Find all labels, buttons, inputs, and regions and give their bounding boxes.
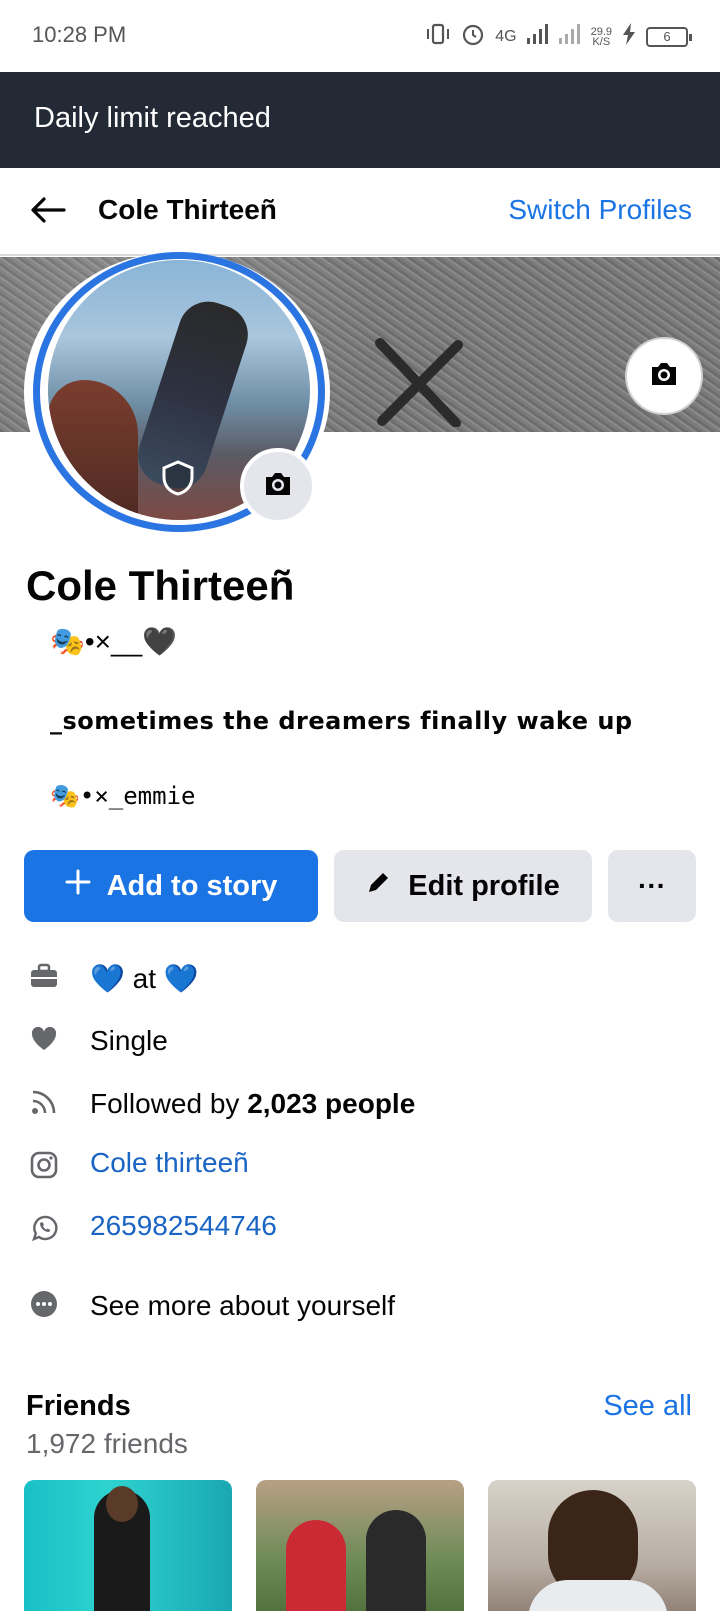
more-dots-icon [28,1288,60,1320]
status-bar: 10:28 PM 4G 29.9 K/S 6 [0,0,720,72]
followers-prefix: Followed by [90,1088,248,1119]
vibrate-icon [425,23,451,50]
see-more-about[interactable]: See more about yourself [0,1280,720,1330]
detail-work: 💙 at 💙 [0,952,720,1002]
detail-instagram[interactable]: Cole thirteeñ [0,1141,720,1191]
avatar-scene-rock [48,380,138,520]
followers-count: 2,023 people [247,1088,416,1119]
signal-icon [526,24,549,49]
detail-followers: Followed by 2,023 people [0,1078,720,1128]
instagram-link[interactable]: Cole thirteeñ [90,1147,249,1179]
friends-count: 1,972 friends [26,1428,188,1459]
detail-relationship: Single [0,1015,720,1065]
signal-icon-2 [558,24,581,49]
friend-photo-shirt [528,1580,668,1611]
net-speed-unit: K/S [592,35,611,48]
arrow-left-icon [30,196,66,229]
edit-profile-button[interactable]: Edit profile [334,850,592,922]
plus-icon [65,869,91,903]
cover-x-mark [375,338,463,427]
charging-icon [622,23,636,50]
limit-banner: Daily limit reached [0,72,720,168]
bio-line: 🎭•×__🖤 [50,626,178,657]
rss-icon [28,1086,60,1118]
followers-text: Followed by 2,023 people [90,1088,415,1120]
more-options-button[interactable]: ··· [608,850,696,922]
add-to-story-button[interactable]: Add to story [24,850,318,922]
back-button[interactable] [26,190,70,234]
avatar-camera-button[interactable] [240,448,316,524]
edit-profile-label: Edit profile [408,869,560,902]
friend-card[interactable] [256,1480,464,1611]
relationship-text: Single [90,1025,168,1056]
work-text: 💙 at 💙 [90,963,199,994]
bio-line: 🎭•×_emmie [50,782,196,810]
friends-title: Friends [26,1390,131,1422]
camera-icon [649,361,679,392]
friend-photo-figure [366,1510,426,1611]
friend-photo-head [106,1486,138,1522]
camera-icon [263,471,293,502]
nav-title: Cole Thirteeñ [98,194,277,225]
bio-line: _sometimes the dreamers finally wake up [50,707,633,735]
whatsapp-link[interactable]: 265982544746 [90,1210,277,1242]
friend-photo-figure [286,1520,346,1611]
status-icons: 4G 29.9 K/S 6 [425,22,692,51]
friend-card[interactable] [24,1480,232,1611]
detail-whatsapp[interactable]: 265982544746 [0,1204,720,1254]
see-more-text[interactable]: See more about yourself [90,1290,395,1322]
net-speed: 29.9 K/S [591,26,612,48]
banner-text: Daily limit reached [34,102,271,134]
network-type: 4G [495,27,517,45]
friend-card[interactable] [488,1480,696,1611]
pencil-icon [366,869,392,903]
profile-name: Cole Thirteeñ [26,562,295,609]
briefcase-icon [28,960,60,992]
shield-icon [160,460,196,496]
switch-profiles-link[interactable]: Switch Profiles [508,194,692,226]
battery-indicator: 6 [646,26,692,47]
status-time: 10:28 PM [32,22,127,47]
heart-icon [28,1023,60,1055]
whatsapp-icon [28,1212,60,1244]
top-nav: Cole Thirteeñ Switch Profiles [0,168,720,256]
add-to-story-label: Add to story [106,869,278,902]
instagram-icon [28,1149,60,1181]
cover-camera-button[interactable] [625,337,703,415]
alarm-icon [461,22,485,51]
see-all-friends-link[interactable]: See all [603,1390,692,1423]
